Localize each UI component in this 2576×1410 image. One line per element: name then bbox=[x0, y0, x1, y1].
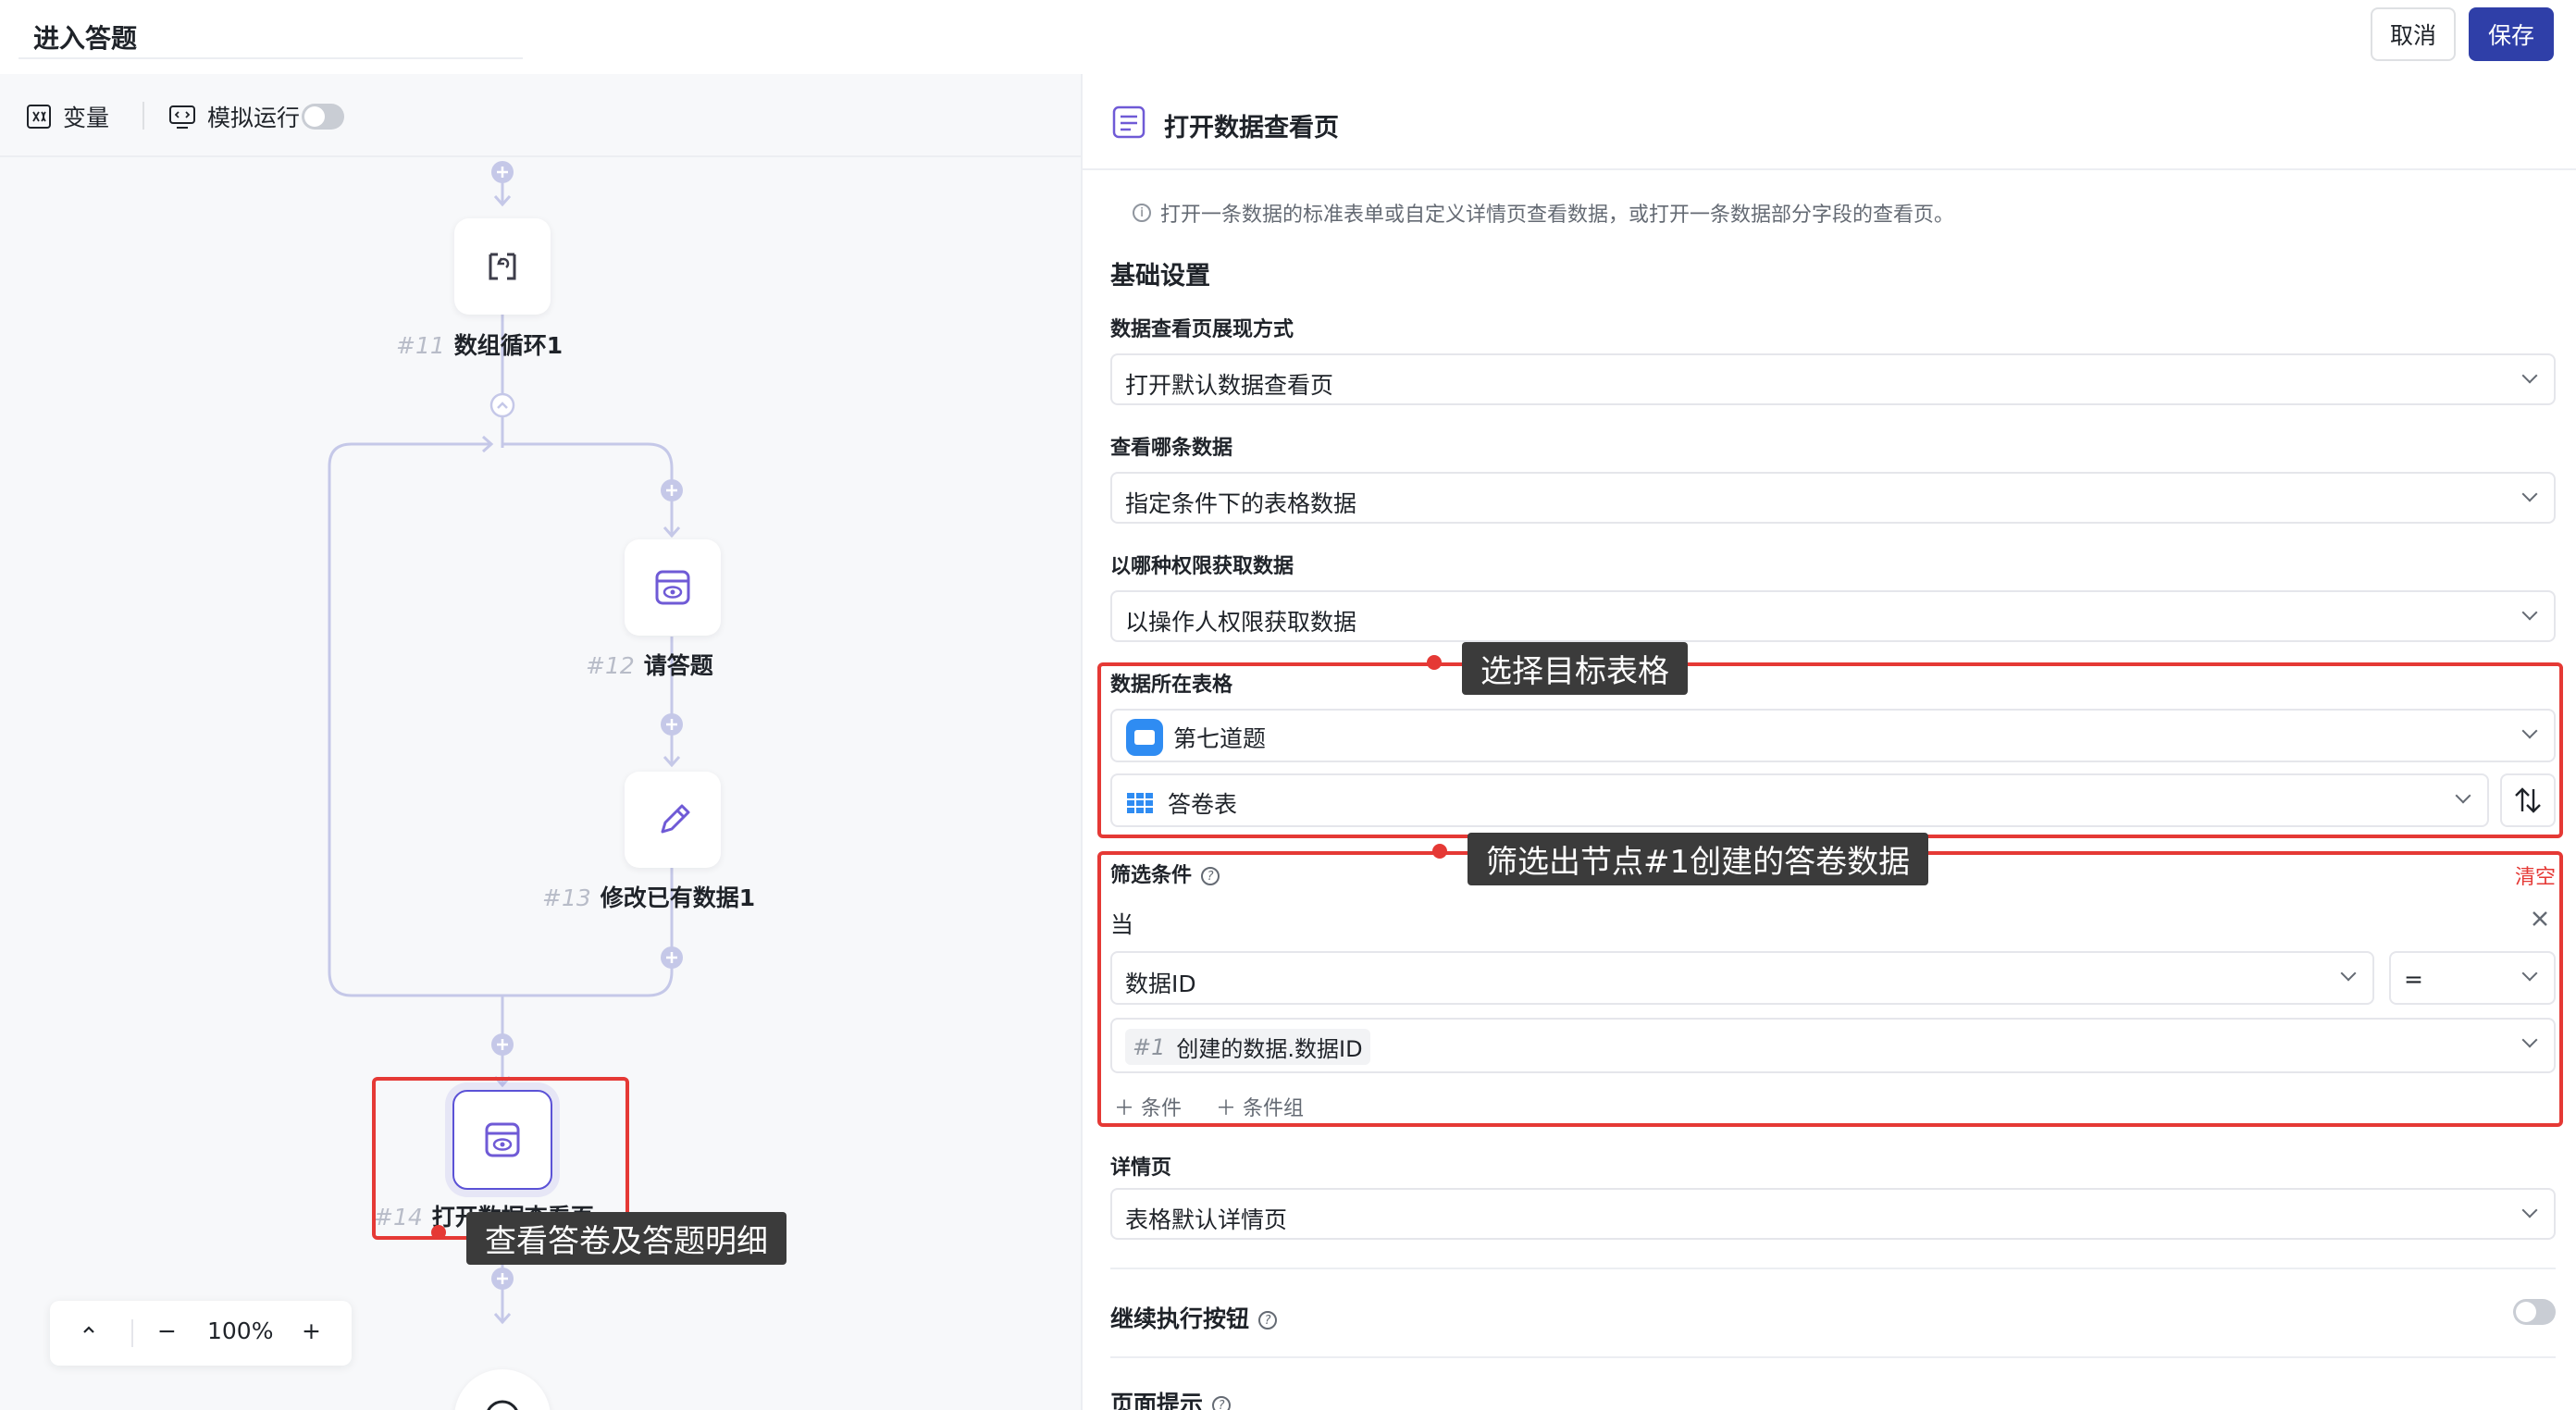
view-page-icon bbox=[1112, 105, 1146, 139]
annotation-box-table bbox=[1097, 662, 2563, 838]
zoom-control: − 100% + bbox=[50, 1301, 352, 1366]
detail-label: 详情页 bbox=[1110, 1156, 1172, 1180]
loop-node-label: #11 数组循环1 bbox=[396, 328, 563, 361]
chevron-down-icon bbox=[2521, 604, 2538, 621]
permission-label: 以哪种权限获取数据 bbox=[1110, 555, 1294, 578]
permission-value: 以操作人权限获取数据 bbox=[1125, 609, 1357, 636]
node-title: 修改已有数据1 bbox=[600, 884, 756, 911]
zoom-divider bbox=[131, 1319, 133, 1347]
node-number: #13 bbox=[542, 884, 591, 911]
node-number: #12 bbox=[586, 652, 635, 679]
continue-button-switch[interactable] bbox=[2513, 1299, 2556, 1325]
detail-select[interactable]: 表格默认详情页 bbox=[1110, 1188, 2556, 1240]
annotation-callout-filter: 筛选出节点#1创建的答卷数据 bbox=[1468, 833, 1929, 885]
display-mode-label: 数据查看页展现方式 bbox=[1110, 318, 1294, 341]
continue-button-text: 继续执行按钮 bbox=[1110, 1305, 1250, 1332]
basic-section-title: 基础设置 bbox=[1110, 262, 1210, 291]
cancel-button[interactable]: 取消 bbox=[2371, 7, 2456, 61]
annotation-dot bbox=[1427, 655, 1442, 670]
modify-data-node[interactable] bbox=[625, 772, 721, 868]
help-icon[interactable]: ? bbox=[1258, 1311, 1278, 1330]
zoom-level: 100% bbox=[207, 1317, 274, 1344]
node-title: 数组循环1 bbox=[453, 332, 564, 359]
chevron-up-icon[interactable] bbox=[80, 1317, 98, 1344]
loop-node[interactable] bbox=[454, 218, 551, 315]
answer-node[interactable] bbox=[625, 539, 721, 636]
chevron-down-icon bbox=[2521, 486, 2538, 502]
annotation-dot bbox=[1432, 844, 1447, 859]
info-icon: i bbox=[1133, 204, 1151, 222]
answer-node-label: #12 请答题 bbox=[586, 648, 713, 681]
panel-title: 打开数据查看页 bbox=[1164, 114, 1339, 142]
display-mode-value: 打开默认数据查看页 bbox=[1125, 372, 1334, 399]
display-mode-select[interactable]: 打开默认数据查看页 bbox=[1110, 353, 2556, 405]
zoom-out-button[interactable]: − bbox=[157, 1317, 177, 1344]
zoom-in-button[interactable]: + bbox=[302, 1317, 321, 1344]
node-title: 请答题 bbox=[643, 652, 713, 679]
page-tip-label: 页面提示? bbox=[1110, 1386, 1232, 1410]
description-text: 打开一条数据的标准表单或自定义详情页查看数据，或打开一条数据部分字段的查看页。 bbox=[1160, 204, 1955, 227]
workflow-title-field[interactable]: 进入答题 bbox=[19, 9, 523, 59]
modify-data-node-label: #13 修改已有数据1 bbox=[542, 880, 755, 913]
divider bbox=[1110, 1268, 2556, 1269]
which-data-value: 指定条件下的表格数据 bbox=[1125, 490, 1357, 517]
detail-value: 表格默认详情页 bbox=[1125, 1206, 1288, 1233]
annotation-callout-table: 选择目标表格 bbox=[1462, 642, 1688, 695]
chevron-down-icon bbox=[2521, 367, 2538, 384]
stop-icon bbox=[487, 1400, 518, 1410]
view-page-icon bbox=[655, 570, 690, 605]
which-data-select[interactable]: 指定条件下的表格数据 bbox=[1110, 472, 2556, 524]
header: 进入答题 取消 保存 bbox=[0, 0, 2576, 74]
annotation-callout-view: 查看答卷及答题明细 bbox=[466, 1212, 786, 1265]
page-title: 进入答题 bbox=[33, 23, 138, 54]
help-icon[interactable]: ? bbox=[1212, 1396, 1232, 1410]
annotation-dot bbox=[431, 1225, 446, 1240]
which-data-label: 查看哪条数据 bbox=[1110, 437, 1233, 460]
node-number: #11 bbox=[396, 332, 445, 359]
permission-select[interactable]: 以操作人权限获取数据 bbox=[1110, 590, 2556, 642]
panel-description: i 打开一条数据的标准表单或自定义详情页查看数据，或打开一条数据部分字段的查看页… bbox=[1133, 198, 1954, 228]
continue-button-label: 继续执行按钮? bbox=[1110, 1301, 1278, 1334]
chevron-down-icon bbox=[2521, 1202, 2538, 1218]
panel-header: 打开数据查看页 bbox=[1083, 74, 2576, 170]
edit-pencil-icon bbox=[661, 804, 690, 834]
page-tip-text: 页面提示 bbox=[1110, 1391, 1204, 1410]
loop-icon bbox=[489, 253, 516, 280]
divider bbox=[1110, 1356, 2556, 1358]
annotation-box-filter bbox=[1097, 851, 2563, 1127]
save-button[interactable]: 保存 bbox=[2469, 7, 2554, 61]
